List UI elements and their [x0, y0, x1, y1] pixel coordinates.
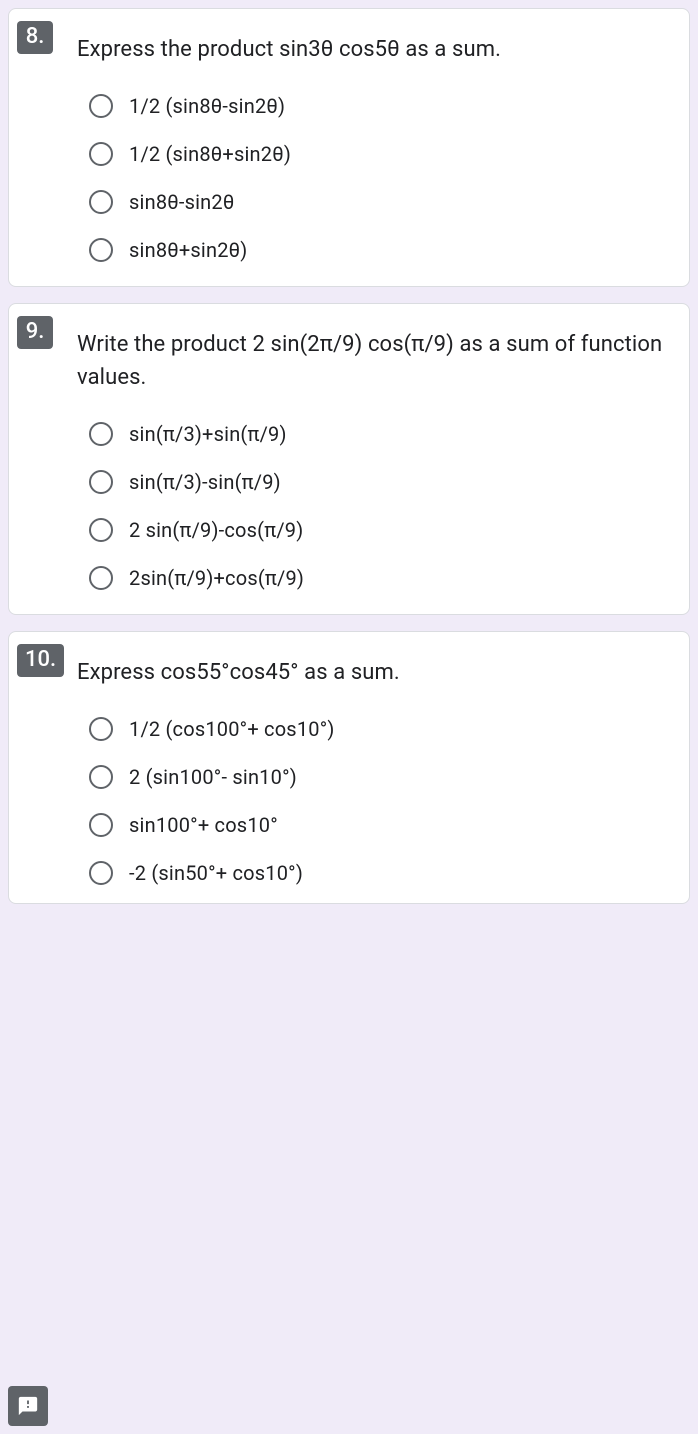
question-text: Express cos55°cos45° as a sum.	[77, 656, 665, 689]
option-label: 2 sin(π/9)-cos(π/9)	[129, 518, 303, 542]
radio-icon	[89, 765, 113, 789]
radio-option[interactable]: 2 (sin100°- sin10°)	[89, 765, 665, 789]
question-card-10: 10. Express cos55°cos45° as a sum. 1/2 (…	[8, 631, 690, 904]
radio-icon	[89, 861, 113, 885]
radio-option[interactable]: 1/2 (sin8θ+sin2θ)	[89, 142, 665, 166]
question-number-badge: 9.	[17, 316, 53, 349]
radio-icon	[89, 422, 113, 446]
question-card-9: 9. Write the product 2 sin(2π/9) cos(π/9…	[8, 303, 690, 615]
radio-icon	[89, 238, 113, 262]
radio-icon	[89, 470, 113, 494]
option-label: sin(π/3)+sin(π/9)	[129, 422, 287, 446]
question-card-8: 8. Express the product sin3θ cos5θ as a …	[8, 8, 690, 287]
radio-option[interactable]: sin(π/3)+sin(π/9)	[89, 422, 665, 446]
option-label: 1/2 (sin8θ-sin2θ)	[129, 94, 285, 118]
option-label: -2 (sin50°+ cos10°)	[129, 861, 303, 885]
radio-icon	[89, 142, 113, 166]
radio-option[interactable]: 1/2 (sin8θ-sin2θ)	[89, 94, 665, 118]
radio-option[interactable]: -2 (sin50°+ cos10°)	[89, 861, 665, 885]
option-label: sin8θ+sin2θ)	[129, 238, 247, 262]
radio-option[interactable]: sin8θ+sin2θ)	[89, 238, 665, 262]
radio-option[interactable]: 2sin(π/9)+cos(π/9)	[89, 566, 665, 590]
radio-icon	[89, 518, 113, 542]
option-label: 2 (sin100°- sin10°)	[129, 765, 297, 789]
options-group: 1/2 (cos100°+ cos10°) 2 (sin100°- sin10°…	[89, 717, 665, 885]
alert-icon	[17, 1395, 39, 1417]
radio-option[interactable]: 1/2 (cos100°+ cos10°)	[89, 717, 665, 741]
option-label: 1/2 (cos100°+ cos10°)	[129, 717, 335, 741]
radio-option[interactable]: sin100°+ cos10°	[89, 813, 665, 837]
report-problem-button[interactable]	[8, 1386, 48, 1426]
radio-option[interactable]: sin(π/3)-sin(π/9)	[89, 470, 665, 494]
question-number-badge: 10.	[17, 644, 64, 677]
question-text: Write the product 2 sin(2π/9) cos(π/9) a…	[77, 328, 665, 394]
question-text: Express the product sin3θ cos5θ as a sum…	[77, 33, 665, 66]
radio-icon	[89, 566, 113, 590]
radio-icon	[89, 190, 113, 214]
options-group: 1/2 (sin8θ-sin2θ) 1/2 (sin8θ+sin2θ) sin8…	[89, 94, 665, 262]
option-label: sin(π/3)-sin(π/9)	[129, 470, 281, 494]
option-label: sin100°+ cos10°	[129, 813, 278, 837]
radio-icon	[89, 717, 113, 741]
option-label: sin8θ-sin2θ	[129, 190, 234, 214]
radio-icon	[89, 813, 113, 837]
option-label: 1/2 (sin8θ+sin2θ)	[129, 142, 291, 166]
option-label: 2sin(π/9)+cos(π/9)	[129, 566, 304, 590]
radio-option[interactable]: 2 sin(π/9)-cos(π/9)	[89, 518, 665, 542]
radio-option[interactable]: sin8θ-sin2θ	[89, 190, 665, 214]
options-group: sin(π/3)+sin(π/9) sin(π/3)-sin(π/9) 2 si…	[89, 422, 665, 590]
question-number-badge: 8.	[17, 21, 53, 54]
radio-icon	[89, 94, 113, 118]
